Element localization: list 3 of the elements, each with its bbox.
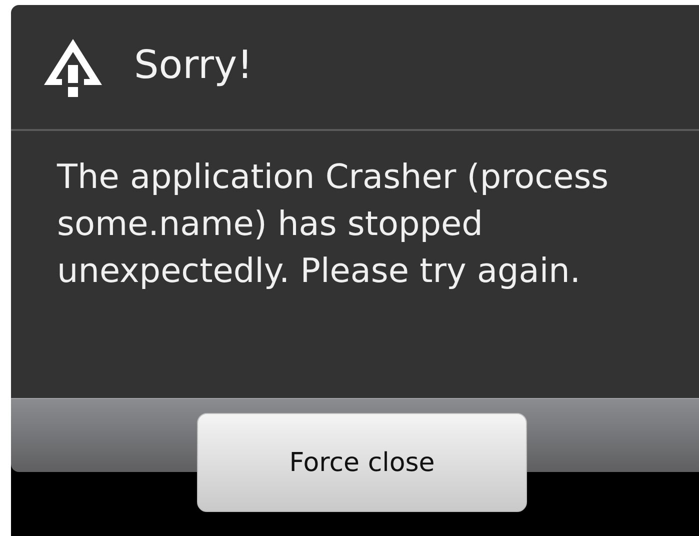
force-close-button[interactable]: Force close bbox=[197, 413, 527, 512]
error-message: The application Crasher (process some.name) has stopped unexpectedly. Please try again. bbox=[57, 156, 610, 292]
dialog-title: Sorry! bbox=[134, 42, 253, 90]
